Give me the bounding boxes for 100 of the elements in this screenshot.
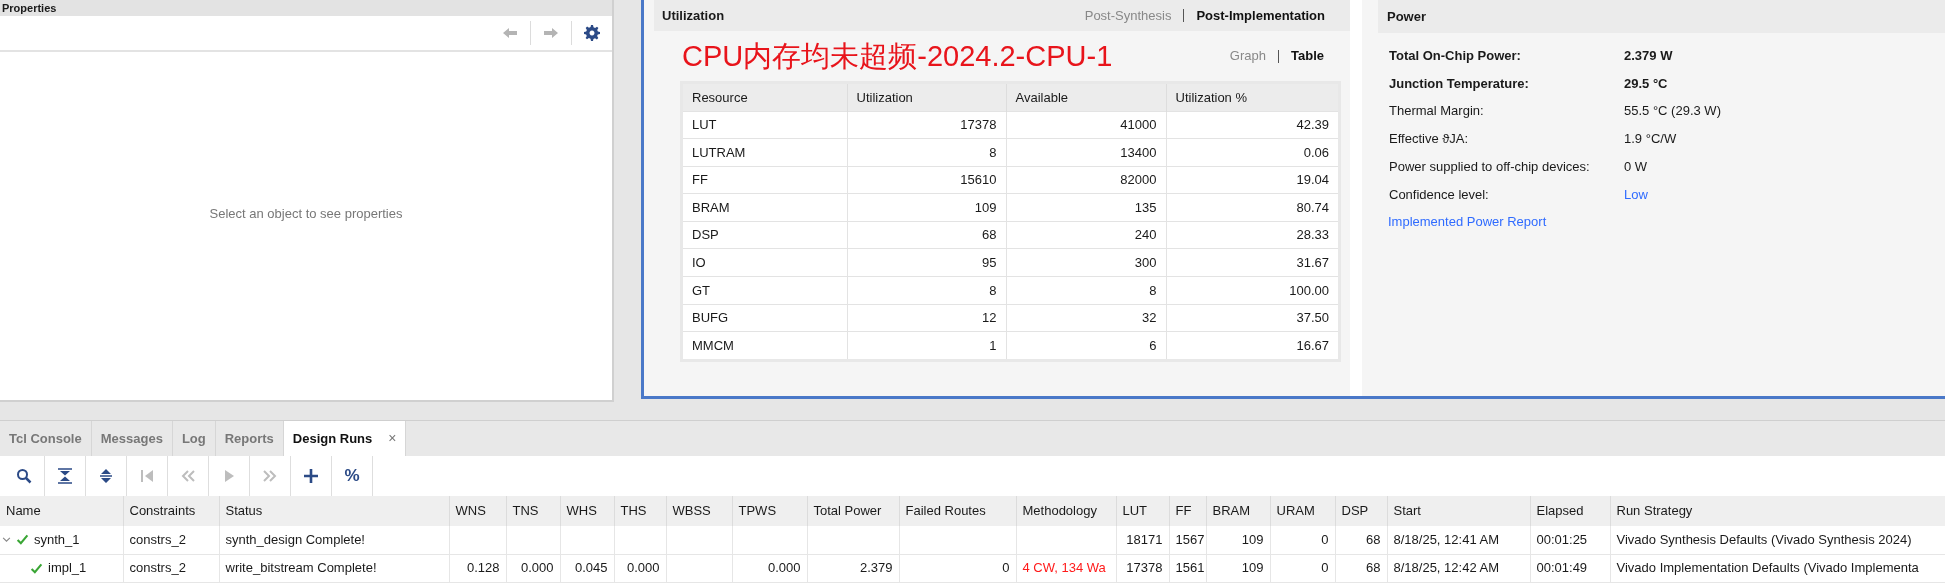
table-cell: 68: [847, 221, 1006, 249]
column-header: URAM: [1270, 496, 1335, 526]
column-header: WHS: [560, 496, 614, 526]
table-cell: 0: [1270, 526, 1335, 554]
table-cell: 6: [1006, 331, 1166, 360]
table-cell: 41000: [1006, 111, 1166, 139]
table-cell: GT: [683, 276, 847, 305]
table-cell: 31.67: [1166, 248, 1338, 277]
power-label: Junction Temperature:: [1389, 74, 1530, 93]
column-header: BRAM: [1206, 496, 1270, 526]
column-header: Name: [0, 496, 123, 526]
power-value: 2.379 W: [1624, 47, 1673, 66]
expanded-caret-icon[interactable]: [2, 535, 11, 545]
table-cell: DSP: [683, 221, 847, 249]
panel-title: Power: [1387, 7, 1426, 26]
column-header: Failed Routes: [899, 496, 1016, 526]
add-icon[interactable]: [303, 468, 319, 484]
column-header: Total Power: [807, 496, 899, 526]
column-header: Status: [219, 496, 449, 526]
view-tab[interactable]: Graph: [1229, 46, 1266, 66]
table-cell: 17378: [847, 111, 1006, 139]
table-cell: 0.06: [1166, 138, 1338, 167]
table-cell: 16.67: [1166, 331, 1338, 360]
view-tab[interactable]: Post-Implementation: [1196, 5, 1325, 26]
table-cell: constrs_2: [123, 526, 219, 554]
table-cell: 1: [847, 331, 1006, 360]
table-cell: 68: [1335, 554, 1387, 582]
column-header: FF: [1169, 496, 1206, 526]
column-header: Constraints: [123, 496, 219, 526]
column-header: WBSS: [666, 496, 732, 526]
table-cell: 18171: [1116, 526, 1169, 554]
table-cell: 0: [1270, 554, 1335, 582]
expand-all-icon[interactable]: [98, 468, 114, 484]
table-cell: write_bitstream Complete!: [219, 554, 449, 582]
table-cell: BUFG: [683, 304, 847, 332]
table-cell: 95: [847, 248, 1006, 277]
table-cell: 8/18/25, 12:41 AM: [1387, 526, 1530, 554]
power-label: Total On-Chip Power:: [1389, 47, 1522, 66]
table-cell: 4 CW, 134 Wa: [1016, 554, 1116, 582]
panel-title: Utilization: [662, 6, 725, 25]
view-tab[interactable]: Post-Synthesis: [1084, 5, 1172, 26]
column-header: TNS: [506, 496, 560, 526]
table-cell: 13400: [1006, 138, 1166, 167]
table-cell: 240: [1006, 221, 1166, 249]
column-header: Elapsed: [1530, 496, 1610, 526]
view-tab[interactable]: Table: [1291, 46, 1324, 66]
tree-cell[interactable]: synth_1: [0, 526, 123, 554]
table-cell: 28.33: [1166, 221, 1338, 249]
table-cell: 15610: [847, 166, 1006, 194]
table-cell: 19.04: [1166, 166, 1338, 194]
table-cell: MMCM: [683, 331, 847, 360]
column-header: Utilization: [847, 84, 1006, 111]
table-cell: 00:01:25: [1530, 526, 1610, 554]
table-cell: 00:01:49: [1530, 554, 1610, 582]
column-header: WNS: [449, 496, 506, 526]
percent-button[interactable]: %: [342, 463, 362, 489]
table-cell: 1561: [1169, 554, 1206, 582]
collapse-all-icon[interactable]: [57, 468, 73, 484]
table-cell: LUT: [683, 111, 847, 139]
table-cell: 0.000: [506, 554, 560, 582]
column-header: LUT: [1116, 496, 1169, 526]
table-cell: 8: [847, 276, 1006, 305]
table-cell: 0: [899, 554, 1016, 582]
column-header: Run Strategy: [1610, 496, 1945, 526]
table-cell: 0.128: [449, 554, 506, 582]
column-header: Methodology: [1016, 496, 1116, 526]
panel-tab[interactable]: Design Runs ×: [283, 421, 407, 456]
power-value: 1.9 °C/W: [1624, 130, 1677, 149]
power-label: Thermal Margin:: [1389, 102, 1485, 121]
column-header: DSP: [1335, 496, 1387, 526]
column-header: Utilization %: [1166, 84, 1338, 111]
settings-icon[interactable]: [584, 25, 600, 41]
power-label: Confidence level:: [1389, 185, 1490, 204]
report-link[interactable]: Implemented Power Report: [1388, 208, 1547, 236]
table-cell: 12: [847, 304, 1006, 332]
table-cell: 0.000: [614, 554, 666, 582]
table-cell: 37.50: [1166, 304, 1338, 332]
table-cell: 300: [1006, 248, 1166, 277]
table-cell: LUTRAM: [683, 138, 847, 167]
value-link[interactable]: Low: [1624, 184, 1648, 205]
column-header: THS: [614, 496, 666, 526]
tree-cell[interactable]: impl_1: [0, 554, 123, 582]
table-cell: 17378: [1116, 554, 1169, 582]
table-cell: 1567: [1169, 526, 1206, 554]
table-cell: 8: [847, 138, 1006, 167]
table-cell: 109: [1206, 526, 1270, 554]
table-cell: Vivado Implementation Defaults (Vivado Implementa: [1610, 554, 1945, 582]
table-cell: synth_design Complete!: [219, 526, 449, 554]
panel-title: Properties: [2, 2, 57, 14]
table-cell: 109: [1206, 554, 1270, 582]
table-cell: 100.00: [1166, 276, 1338, 305]
column-header: TPWS: [732, 496, 807, 526]
close-button[interactable]: ×: [388, 428, 397, 449]
table-cell: 42.39: [1166, 111, 1338, 139]
table-cell: 0.045: [560, 554, 614, 582]
search-icon[interactable]: [16, 468, 32, 484]
table-cell: constrs_2: [123, 554, 219, 582]
table-cell: 80.74: [1166, 193, 1338, 222]
column-header: Resource: [683, 84, 847, 111]
power-value: 29.5 °C: [1624, 74, 1668, 93]
